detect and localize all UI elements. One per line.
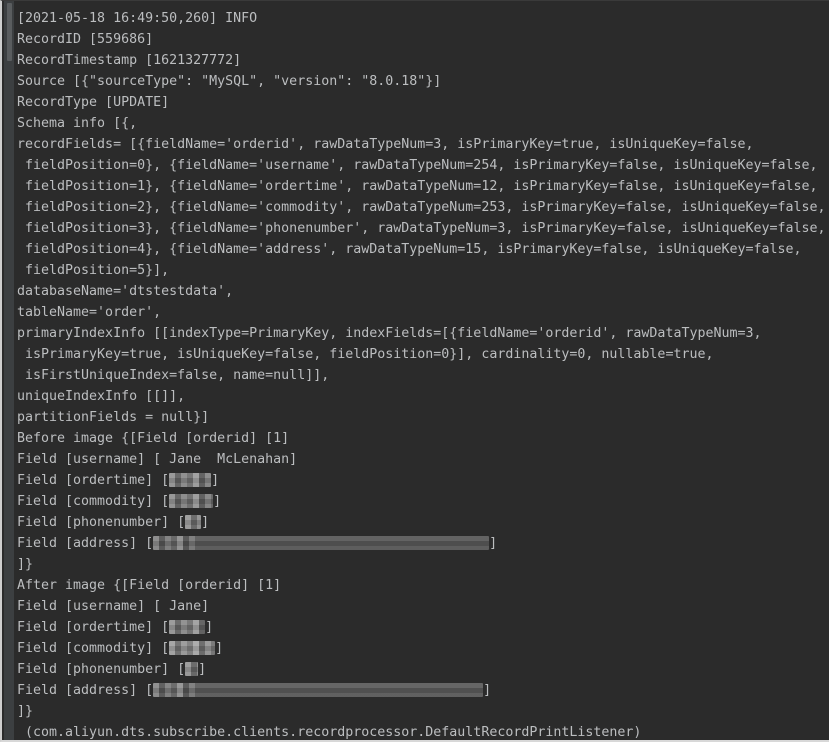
- vertical-scrollbar-thumb[interactable]: [7, 3, 12, 61]
- log-line-database-name: databaseName='dtstestdata',: [17, 284, 234, 299]
- log-line-after-field: Field [phonenumber] []: [17, 659, 829, 680]
- log-line-before-field: Field [ordertime] []: [17, 470, 829, 491]
- log-line-record-fields: fieldPosition=2}, {fieldName='commodity'…: [17, 200, 826, 215]
- field-close: ]: [201, 515, 210, 530]
- field-close: ]: [213, 494, 222, 509]
- redacted-value: [153, 683, 484, 697]
- log-line-primary-index-info: isFirstUniqueIndex=false, name=null]],: [17, 368, 330, 383]
- log-line-logger-class: (com.aliyun.dts.subscribe.clients.record…: [17, 725, 642, 740]
- field-label: Field [phonenumber] [: [17, 515, 186, 530]
- redacted-value: [169, 641, 216, 655]
- field-label: Field [ordertime] [: [17, 473, 170, 488]
- log-line-after-image-close: ]}: [17, 704, 34, 719]
- log-line-before-field: Field [commodity] []: [17, 491, 829, 512]
- field-close: ]: [205, 620, 214, 635]
- log-line-table-name: tableName='order',: [17, 305, 162, 320]
- redacted-value: [185, 662, 199, 676]
- redacted-value: [153, 536, 490, 550]
- log-line-before-image-open: Before image {[Field [orderid] [1]: [17, 431, 290, 446]
- log-line-after-field: Field [address] []: [17, 680, 829, 701]
- field-close: ]: [489, 536, 498, 551]
- redacted-value: [169, 620, 206, 634]
- log-line-unique-index-info: uniqueIndexInfo [[]],: [17, 389, 186, 404]
- log-line-record-fields: fieldPosition=3}, {fieldName='phonenumbe…: [17, 221, 826, 236]
- field-close: ]: [215, 641, 224, 656]
- log-line-after-image-open: After image {[Field [orderid] [1]: [17, 578, 282, 593]
- log-line-before-field: Field [phonenumber] []: [17, 512, 829, 533]
- log-line-before-field: Field [address] []: [17, 533, 829, 554]
- log-line-record-fields: fieldPosition=0}, {fieldName='username',…: [17, 158, 818, 173]
- field-label: Field [commodity] [: [17, 494, 170, 509]
- field-close: ]: [483, 683, 492, 698]
- log-line-record-type: RecordType [UPDATE]: [17, 95, 170, 110]
- log-line-record-timestamp: RecordTimestamp [1621327772]: [17, 53, 242, 68]
- log-line-header: [2021-05-18 16:49:50,260] INFO: [17, 11, 258, 26]
- log-line-before-field: Field [username] [ Jane McLenahan]: [17, 449, 829, 470]
- field-label: Field [commodity] [: [17, 641, 170, 656]
- log-line-primary-index-info: isPrimaryKey=true, isUniqueKey=false, fi…: [17, 347, 714, 362]
- redacted-value: [169, 494, 214, 508]
- redacted-value: [185, 515, 202, 529]
- log-line-record-fields: fieldPosition=5}],: [17, 263, 170, 278]
- log-line-record-fields: fieldPosition=4}, {fieldName='address', …: [17, 242, 802, 257]
- log-line-after-field: Field [username] [ Jane]: [17, 596, 829, 617]
- log-line-record-fields: fieldPosition=1}, {fieldName='ordertime'…: [17, 179, 818, 194]
- field-label: Field [phonenumber] [: [17, 662, 186, 677]
- log-line-record-fields: recordFields= [{fieldName='orderid', raw…: [17, 137, 754, 152]
- field-text: Field [username] [ Jane McLenahan]: [17, 452, 298, 467]
- log-line-after-field: Field [ordertime] []: [17, 617, 829, 638]
- redacted-value: [169, 473, 212, 487]
- log-output-area[interactable]: [2021-05-18 16:49:50,260] INFO RecordID …: [14, 1, 829, 740]
- field-label: Field [address] [: [17, 683, 154, 698]
- log-line-schema-info-open: Schema info [{,: [17, 116, 138, 131]
- log-line-partition-fields: partitionFields = null}]: [17, 410, 210, 425]
- field-label: Field [ordertime] [: [17, 620, 170, 635]
- log-line-record-id: RecordID [559686]: [17, 32, 154, 47]
- field-close: ]: [211, 473, 220, 488]
- console-window: [2021-05-18 16:49:50,260] INFO RecordID …: [0, 0, 829, 742]
- log-line-before-image-close: ]}: [17, 557, 34, 572]
- log-line-source: Source [{"sourceType": "MySQL", "version…: [17, 74, 442, 89]
- log-line-after-field: Field [commodity] []: [17, 638, 829, 659]
- field-label: Field [address] [: [17, 536, 154, 551]
- log-line-primary-index-info: primaryIndexInfo [[indexType=PrimaryKey,…: [17, 326, 762, 341]
- vertical-scrollbar-track[interactable]: [4, 1, 14, 740]
- field-close: ]: [198, 662, 207, 677]
- field-text: Field [username] [ Jane]: [17, 599, 210, 614]
